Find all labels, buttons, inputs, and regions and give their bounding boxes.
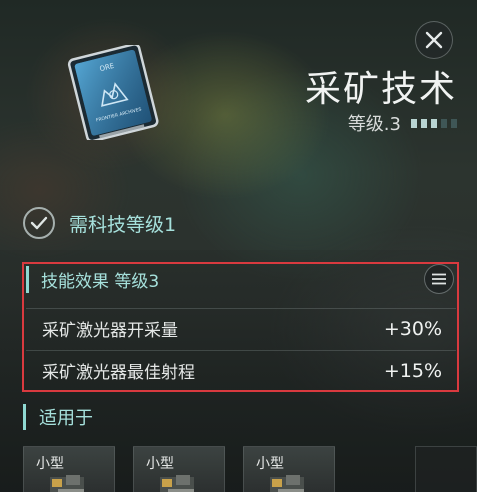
effects-header-label: 技能效果 等级3 <box>41 272 160 292</box>
requirement-text: 需科技等级1 <box>69 213 177 236</box>
mining-ship-icon <box>270 475 304 492</box>
mining-ship-icon <box>50 475 84 492</box>
level-label: 等级.3 <box>347 114 401 135</box>
level-pip <box>451 118 457 128</box>
effect-row: 采矿激光器开采量 +30% <box>26 308 456 348</box>
close-icon <box>425 31 443 49</box>
mining-ship-icon <box>160 475 194 492</box>
effects-header: 技能效果 等级3 <box>26 266 456 293</box>
requirement-row: 需科技等级1 <box>23 207 176 239</box>
effect-row: 采矿激光器最佳射程 +15% <box>26 350 456 390</box>
skill-title: 采矿技术 <box>304 69 457 110</box>
applies-to-label: 适用于 <box>39 408 93 429</box>
applies-to-header: 适用于 <box>23 404 93 430</box>
skill-card-image: ORE FRONTIER ARCHIVES <box>55 43 170 143</box>
menu-icon <box>432 273 446 285</box>
level-pip <box>441 118 447 128</box>
close-button[interactable] <box>415 21 453 59</box>
effects-menu-button[interactable] <box>424 264 454 294</box>
effect-name: 采矿激光器最佳射程 <box>42 363 195 383</box>
level-pip <box>431 118 437 128</box>
level-pip <box>411 118 417 128</box>
effect-value: +15% <box>383 359 442 382</box>
check-icon <box>23 207 55 239</box>
level-pip <box>421 118 427 128</box>
effect-value: +30% <box>383 317 442 340</box>
level-pips <box>411 118 457 128</box>
ship-card[interactable]: 小型 <box>243 446 335 492</box>
ship-card[interactable]: 小型 <box>133 446 225 492</box>
skill-effects-panel: 技能效果 等级3 采矿激光器开采量 +30% 采矿激光器最佳射程 +15% <box>22 262 459 392</box>
effect-name: 采矿激光器开采量 <box>42 321 178 341</box>
ship-card[interactable]: 小型 <box>23 446 115 492</box>
level-indicator: 等级.3 <box>348 110 457 136</box>
ship-card-partial[interactable] <box>415 446 477 492</box>
